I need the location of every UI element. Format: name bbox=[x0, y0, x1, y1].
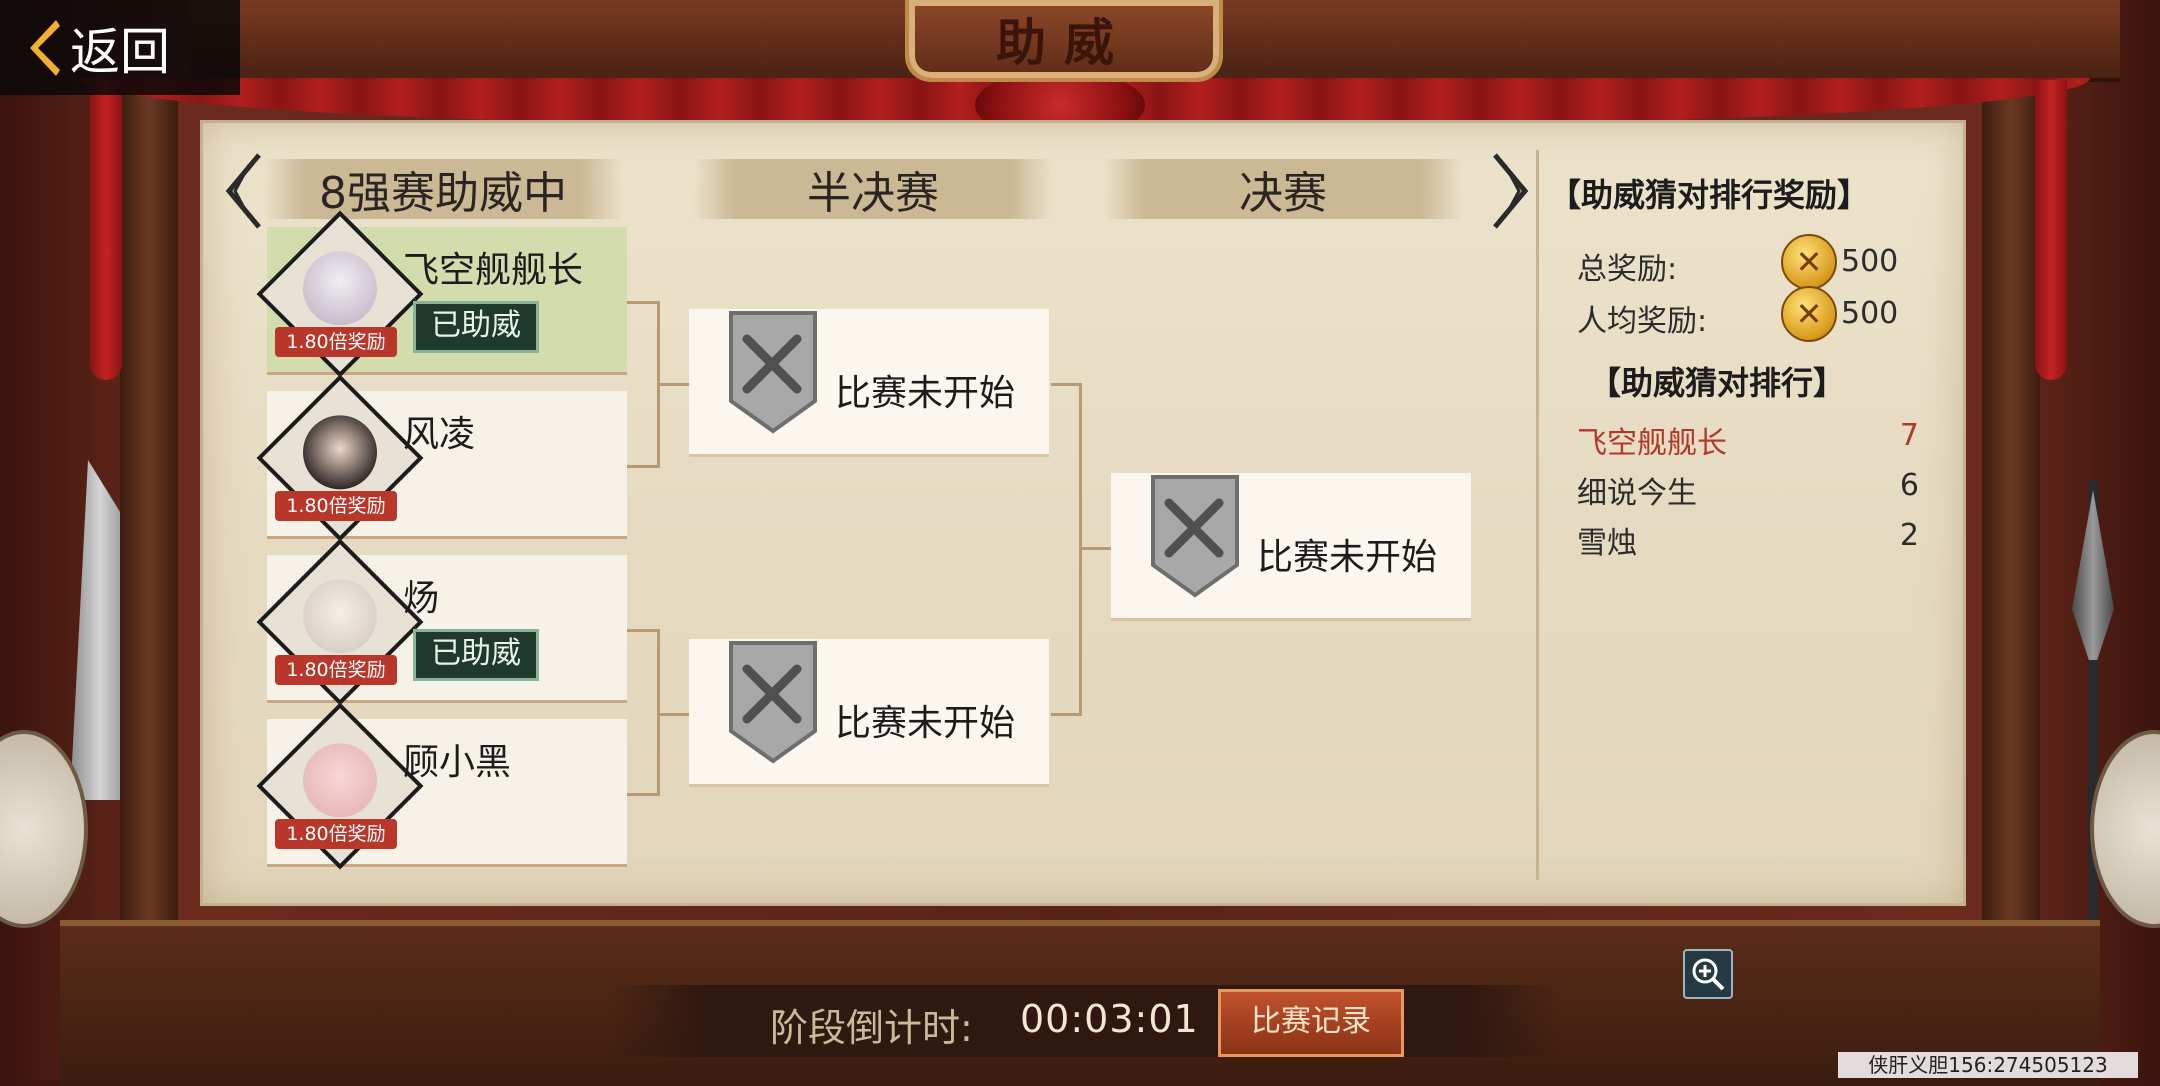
ranking-name: 细说今生 bbox=[1577, 476, 1697, 511]
bracket-line bbox=[627, 465, 659, 468]
round-header-final: 决赛 bbox=[1103, 159, 1463, 219]
crossed-swords-icon bbox=[729, 641, 817, 764]
coin-icon: ✕ bbox=[1781, 234, 1837, 290]
bracket-line bbox=[1051, 383, 1081, 386]
round-header-semifinal: 半决赛 bbox=[693, 159, 1053, 219]
countdown-label: 阶段倒计时: bbox=[770, 1006, 973, 1050]
final-match[interactable]: 比赛未开始 bbox=[1111, 473, 1471, 621]
coin-icon: ✕ bbox=[1781, 286, 1837, 342]
match-status: 比赛未开始 bbox=[1257, 537, 1438, 578]
match-record-button[interactable]: 比赛记录 bbox=[1218, 989, 1404, 1057]
bracket-line bbox=[627, 629, 659, 632]
multiplier-badge: 1.80倍奖励 bbox=[275, 819, 397, 849]
zoom-in-icon[interactable] bbox=[1683, 949, 1733, 999]
curtain-drape-left bbox=[90, 80, 122, 380]
player-card[interactable]: 风凌 1.80倍奖励 bbox=[256, 374, 627, 542]
reward-panel: 【助威猜对排行奖励】 总奖励: ✕ 500 人均奖励: ✕ 500 【助威猜对排… bbox=[1536, 150, 1931, 880]
player-name: 风凌 bbox=[403, 414, 476, 455]
ranking-title: 【助威猜对排行】 bbox=[1589, 364, 1846, 402]
match-status: 比赛未开始 bbox=[835, 373, 1016, 414]
crossed-swords-icon bbox=[1151, 475, 1239, 598]
multiplier-badge: 1.80倍奖励 bbox=[275, 327, 397, 357]
multiplier-badge: 1.80倍奖励 bbox=[275, 491, 397, 521]
countdown-bar: 阶段倒计时: 00:03:01 比赛记录 bbox=[610, 985, 1560, 1057]
multiplier-badge: 1.80倍奖励 bbox=[275, 655, 397, 685]
bracket-line bbox=[627, 301, 659, 304]
player-card[interactable]: 顾小黑 1.80倍奖励 bbox=[256, 702, 627, 870]
per-reward-value: 500 bbox=[1841, 296, 1899, 331]
bracket-line bbox=[1079, 547, 1113, 550]
ranking-name: 飞空舰舰长 bbox=[1577, 426, 1727, 461]
player-name: 炀 bbox=[403, 578, 440, 619]
semifinal-match-2[interactable]: 比赛未开始 bbox=[689, 639, 1049, 787]
per-reward-label: 人均奖励: bbox=[1577, 304, 1708, 339]
ranking-name: 雪烛 bbox=[1577, 526, 1637, 561]
cheered-badge: 已助威 bbox=[413, 301, 539, 353]
stage-pillar-left bbox=[120, 80, 178, 940]
ranking-count: 6 bbox=[1899, 468, 1919, 503]
semifinal-match-1[interactable]: 比赛未开始 bbox=[689, 309, 1049, 457]
round-header-quarterfinal: 8强赛助威中 bbox=[263, 159, 623, 219]
reward-title: 【助威猜对排行奖励】 bbox=[1549, 176, 1870, 214]
next-round-arrow-icon[interactable] bbox=[1489, 151, 1533, 231]
match-status: 比赛未开始 bbox=[835, 703, 1016, 744]
watermark: 侠肝义胆156:274505123 bbox=[1838, 1052, 2138, 1078]
player-name: 顾小黑 bbox=[403, 742, 512, 783]
crossed-swords-icon bbox=[729, 311, 817, 434]
player-card[interactable]: 飞空舰舰长 已助威 1.80倍奖励 bbox=[256, 210, 627, 378]
countdown-value: 00:03:01 bbox=[1020, 997, 1199, 1041]
chevron-left-icon bbox=[30, 19, 60, 76]
total-reward-value: 500 bbox=[1841, 244, 1899, 279]
bracket-line bbox=[1051, 713, 1081, 716]
stage-pillar-right bbox=[1982, 80, 2040, 940]
cheered-badge: 已助威 bbox=[413, 629, 539, 681]
total-reward-label: 总奖励: bbox=[1577, 252, 1678, 287]
page-title: 助威 bbox=[905, 0, 1223, 82]
player-card[interactable]: 炀 已助威 1.80倍奖励 bbox=[256, 538, 627, 706]
curtain-drape-right bbox=[2035, 80, 2067, 380]
ranking-count: 7 bbox=[1899, 418, 1919, 453]
back-label: 返回 bbox=[70, 22, 170, 81]
bracket-line bbox=[627, 793, 659, 796]
ranking-count: 2 bbox=[1899, 518, 1919, 553]
prev-round-arrow-icon[interactable] bbox=[221, 151, 265, 231]
player-name: 飞空舰舰长 bbox=[403, 250, 584, 291]
back-button[interactable]: 返回 bbox=[0, 0, 240, 95]
